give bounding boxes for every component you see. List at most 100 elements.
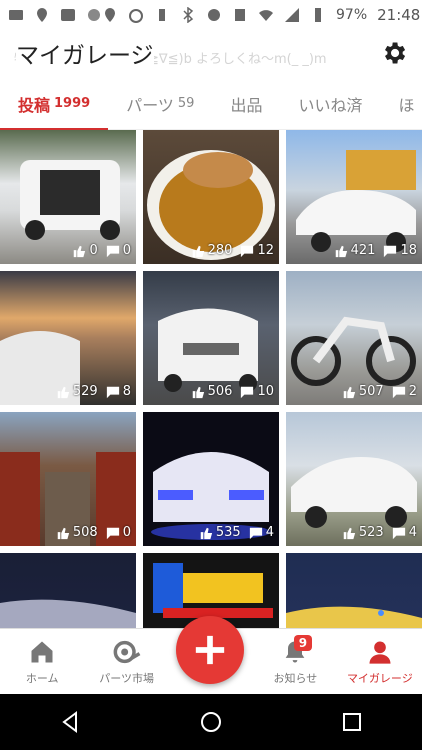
thumbs-up-icon: [200, 527, 213, 539]
location-icon: [37, 8, 47, 22]
post-tile[interactable]: 535 4: [143, 412, 279, 546]
data-saver-icon: [208, 9, 220, 21]
gear-icon[interactable]: [380, 39, 408, 67]
tab-count: 59: [177, 96, 195, 111]
comment-count: 4: [265, 525, 274, 540]
back-icon[interactable]: [58, 710, 82, 734]
thumbs-up-icon: [57, 527, 70, 539]
thumbs-up-icon: [343, 386, 356, 398]
tab-listings[interactable]: 出品: [212, 78, 280, 130]
sim-icon: [235, 9, 245, 21]
like-count: 508: [72, 525, 98, 540]
bluetooth-icon: [183, 7, 194, 23]
like-count: 506: [207, 384, 233, 399]
tab-liked[interactable]: いいね済: [280, 78, 380, 130]
tab-more[interactable]: ほ: [380, 78, 422, 130]
comment-count: 12: [257, 243, 274, 258]
post-stats: 523 4: [342, 525, 417, 540]
like-count: 280: [207, 243, 233, 258]
post-stats: 508 0: [56, 525, 131, 540]
like-count: 0: [89, 243, 98, 258]
alarm-icon: [129, 9, 143, 23]
post-tile[interactable]: [0, 553, 136, 628]
post-tile[interactable]: 280 12: [143, 130, 279, 264]
post-tile[interactable]: 507 2: [286, 271, 422, 405]
post-stats: 535 4: [199, 525, 274, 540]
post-tile[interactable]: 529 8: [0, 271, 136, 405]
comment-count: 0: [122, 525, 131, 540]
nav-notifications[interactable]: 9 お知らせ: [253, 629, 337, 694]
post-stats: 507 2: [342, 384, 417, 399]
message-icon: [9, 10, 23, 20]
nav-my-garage[interactable]: マイガレージ: [338, 629, 422, 694]
post-tile[interactable]: 508 0: [0, 412, 136, 546]
tab-count: 1999: [54, 96, 91, 111]
gyao-icon: [61, 9, 75, 21]
app-icon: [88, 9, 100, 21]
comment-count: 18: [400, 243, 417, 258]
tab-label: パーツ: [126, 95, 174, 115]
car-photo: [0, 599, 136, 628]
tab-label: ほ: [398, 95, 415, 115]
tab-label: 出品: [230, 95, 263, 115]
post-tile[interactable]: 523 4: [286, 412, 422, 546]
nav-home[interactable]: ホーム: [0, 629, 84, 694]
home-circle-icon[interactable]: [199, 710, 223, 734]
clock: 21:48: [377, 6, 421, 24]
post-grid: 0 0 280 12 421 18 529 8 506 10 507 2 508…: [0, 130, 422, 628]
comment-count: 0: [122, 243, 131, 258]
add-post-button[interactable]: [176, 616, 244, 684]
nav-parts-market[interactable]: パーツ市場: [84, 629, 168, 694]
thumbs-up-icon: [192, 245, 204, 257]
system-nav-bar: [0, 694, 422, 750]
thumbs-up-icon: [57, 386, 70, 398]
comment-icon: [392, 386, 405, 398]
post-tile[interactable]: 506 10: [143, 271, 279, 405]
post-stats: 506 10: [191, 384, 274, 399]
person-icon: [369, 641, 391, 664]
like-count: 523: [358, 525, 384, 540]
comment-icon: [384, 245, 397, 257]
tab-posts[interactable]: 投稿 1999: [0, 78, 109, 131]
post-tile[interactable]: 421 18: [286, 130, 422, 264]
wheel-wrench-icon: [113, 640, 140, 664]
wifi-icon: [259, 10, 273, 21]
tab-parts[interactable]: パーツ 59: [108, 78, 212, 130]
app-header: 特にありませんでした(≧∇≦)b よろしくね〜m(_ _)m マイガレージ: [0, 30, 422, 76]
like-count: 535: [215, 525, 241, 540]
vibrate-icon: [159, 9, 165, 21]
status-bar: 97% 21:48: [0, 0, 422, 30]
comment-icon: [106, 386, 119, 398]
post-stats: 280 12: [191, 243, 274, 258]
thumbs-up-icon: [335, 245, 347, 257]
notification-badge: 9: [293, 635, 313, 651]
nav-label: お知らせ: [273, 672, 318, 685]
thumbs-up-icon: [74, 245, 86, 257]
car-photo: [286, 606, 422, 628]
post-tile[interactable]: [286, 553, 422, 628]
comment-icon: [249, 527, 262, 539]
post-stats: 529 8: [56, 384, 131, 399]
like-count: 507: [358, 384, 384, 399]
comment-icon: [392, 527, 405, 539]
signal-icon: [285, 8, 299, 22]
comment-count: 8: [122, 384, 131, 399]
comment-icon: [241, 245, 254, 257]
tab-bar: 投稿 1999 パーツ 59 出品 いいね済 ほ: [0, 78, 422, 131]
battery-icon: [315, 8, 321, 22]
like-count: 529: [72, 384, 98, 399]
nav-label: ホーム: [25, 672, 59, 685]
post-stats: 421 18: [334, 243, 417, 258]
tab-label: いいね済: [298, 95, 363, 115]
tab-label: 投稿: [18, 95, 51, 115]
comment-icon: [106, 245, 119, 257]
page-title: マイガレージ: [16, 36, 154, 70]
battery-level: 97%: [336, 7, 368, 23]
recents-icon[interactable]: [340, 710, 364, 734]
post-tile[interactable]: 0 0: [0, 130, 136, 264]
post-stats: 0 0: [72, 243, 131, 258]
comment-icon: [106, 527, 119, 539]
comment-count: 2: [408, 384, 417, 399]
plus-icon: [195, 635, 225, 665]
nav-label: マイガレージ: [346, 672, 413, 685]
